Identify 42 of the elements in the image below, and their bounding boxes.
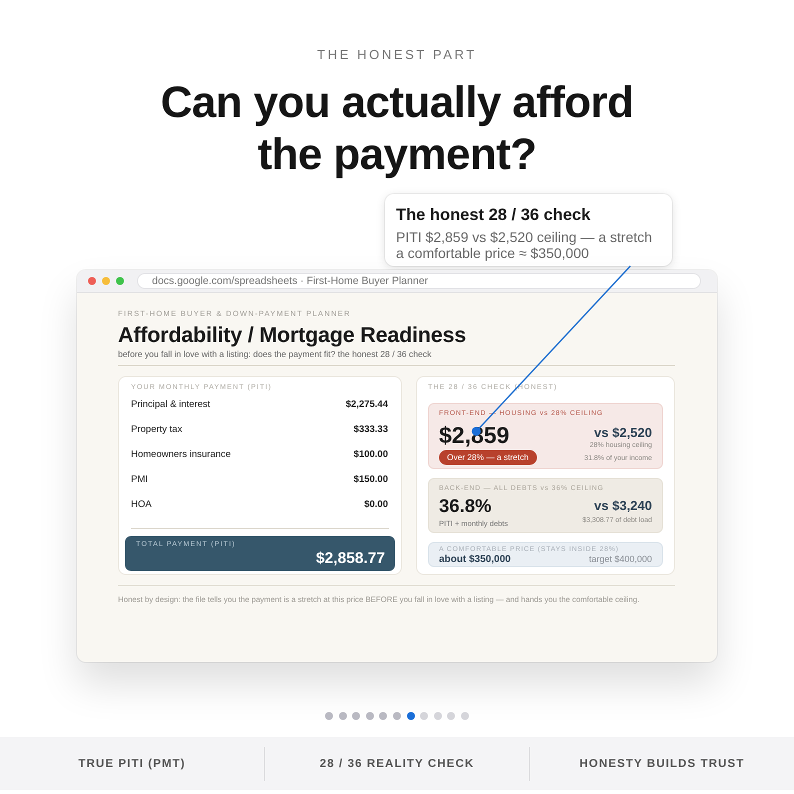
page-dot[interactable] [447, 712, 456, 720]
tooltip-text: a comfortable price ≈ $350,000 [396, 245, 590, 261]
row-label: HOA [131, 498, 152, 512]
page-dot[interactable] [325, 712, 334, 720]
page-dot[interactable] [460, 712, 469, 720]
tooltip-title: The honest 28 / 36 check [396, 205, 592, 226]
feature-label: HONESTY BUILDS TRUST [578, 756, 746, 770]
row-value: $150.00 [354, 473, 388, 488]
panel-compare: target $400,000 [588, 554, 652, 565]
feature-label: TRUE PITI (PMT) [77, 756, 187, 770]
headline: Can you actually afford the payment? [160, 77, 634, 181]
window-minimize-icon[interactable] [102, 277, 110, 285]
page-dot[interactable] [352, 712, 360, 720]
panel-value: 36.8% [439, 495, 492, 517]
panel-compare: vs $3,240 [594, 497, 652, 514]
row-value: $100.00 [354, 448, 388, 462]
row-value: $0.00 [364, 498, 388, 512]
page-dot[interactable] [338, 712, 347, 720]
row-label: PMI [131, 473, 148, 488]
sheet-title: Affordability / Mortgage Readiness [118, 322, 468, 348]
window-maximize-icon[interactable] [116, 277, 124, 285]
feature-label: 28 / 36 REALITY CHECK [318, 756, 476, 770]
window-close-icon[interactable] [88, 277, 96, 285]
row-label: Property tax [131, 423, 182, 438]
row-label: Homeowners insurance [131, 448, 231, 462]
panel-value: about $350,000 [439, 554, 511, 565]
page-dot[interactable] [366, 712, 374, 720]
total-value: $2,858.77 [316, 550, 385, 568]
panel-compare: vs $2,520 [594, 424, 652, 441]
page-dot[interactable] [420, 712, 428, 720]
page-dot[interactable] [379, 712, 388, 720]
sheet-subtitle: before you fall in love with a listing: does the payment fit? the honest 28 / 36 check [118, 348, 432, 360]
tooltip-text: PITI $2,859 vs $2,520 ceiling — a stretch [396, 229, 654, 245]
row-value: $2,275.44 [346, 398, 388, 412]
page-dot[interactable] [434, 712, 442, 720]
status-badge: Over 28% — a stretch [439, 450, 537, 465]
address-bar[interactable]: docs.google.com/spreadsheets · First-Home Buyer Planner [137, 273, 701, 289]
page-dot[interactable] [393, 712, 401, 720]
row-value: $333.33 [354, 423, 388, 438]
page-eyebrow: THE HONEST PART [316, 47, 478, 63]
page-dot[interactable] [406, 712, 415, 720]
row-label: Principal & interest [131, 398, 210, 412]
